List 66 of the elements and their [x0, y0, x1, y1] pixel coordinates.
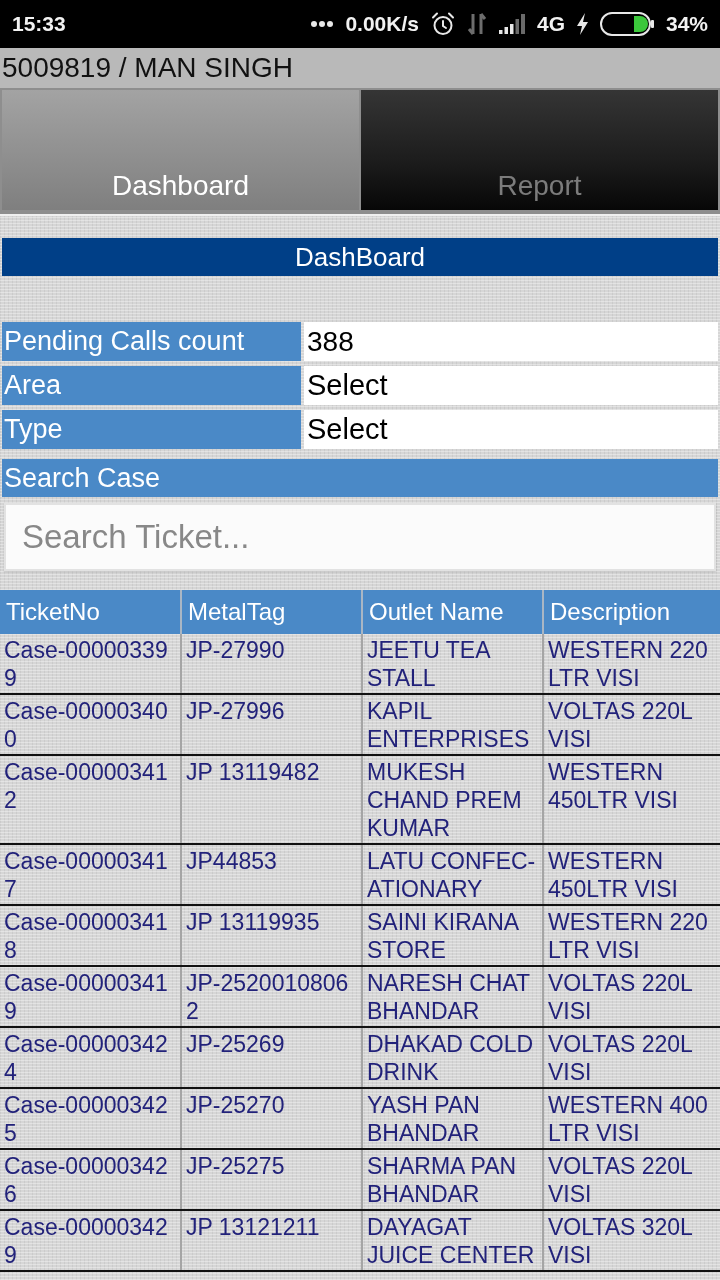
table-cell: YASH PAN BHANDAR	[361, 1089, 542, 1148]
table-cell-text: Case-000003426	[3, 1152, 169, 1209]
table-cell: MUKESH CHAND PREM KUMAR	[361, 756, 542, 843]
table-cell: SAINI KIRANA STORE	[361, 906, 542, 965]
network-speed: 0.00K/s	[345, 12, 419, 36]
column-header: Description	[542, 590, 720, 634]
table-cell: JP-27996	[180, 695, 361, 754]
tab[interactable]: Dashboard	[2, 90, 359, 210]
table-cell-text: Case-000003400	[3, 697, 169, 754]
table-cell: JP-25200108062	[180, 967, 361, 1026]
table-cell: VOLTAS 220L VISI	[542, 1028, 720, 1087]
user-bar: 5009819 / MAN SINGH	[0, 48, 720, 88]
table-cell: JP-25269	[180, 1028, 361, 1087]
field-label: Area	[2, 366, 301, 405]
column-header: Outlet Name	[361, 590, 542, 634]
section-title: DashBoard	[2, 238, 718, 276]
table-cell-text: Case-000003418	[3, 908, 169, 965]
table-cell: WESTERN 220 LTR VISI	[542, 634, 720, 693]
table-cell: VOLTAS 320L VISI	[542, 1211, 720, 1270]
table-cell: JP-25275	[180, 1150, 361, 1209]
table-cell-text: Case-000003419	[3, 969, 169, 1026]
table-cell: JEETU TEA STALL	[361, 634, 542, 693]
dropdown[interactable]: Select	[304, 366, 718, 405]
table-cell: KAPIL ENTERPRISES	[361, 695, 542, 754]
table-cell: VOLTAS 220L VISI	[542, 695, 720, 754]
table-cell-text: Case-000003399	[3, 636, 169, 693]
search-label: Search Case	[2, 459, 718, 497]
status-time: 15:33	[12, 12, 66, 36]
table-cell: JP 13121211	[180, 1211, 361, 1270]
signal-icon	[498, 14, 525, 34]
table-cell: NARESH CHAT BHANDAR	[361, 967, 542, 1026]
table-cell: WESTERN 220 LTR VISI	[542, 906, 720, 965]
table-cell: WESTERN 450LTR VISI	[542, 845, 720, 904]
tab[interactable]: Report	[361, 90, 718, 210]
table-cell: VOLTAS 220L VISI	[542, 1150, 720, 1209]
table-cell: VOLTAS 220L VISI	[542, 967, 720, 1026]
table-cell: WESTERN 400 LTR VISI	[542, 1089, 720, 1148]
table-cell: DHAKAD COLD DRINK	[361, 1028, 542, 1087]
search-field[interactable]: Search Ticket...	[4, 503, 716, 571]
table-cell: SHARMA PAN BHANDAR	[361, 1150, 542, 1209]
table-cell: WESTERN 450LTR VISI	[542, 756, 720, 843]
table-cell: LATU CONFEC-ATIONARY	[361, 845, 542, 904]
table-cell: JP 13119935	[180, 906, 361, 965]
battery-percent: 34%	[665, 12, 708, 36]
data-arrows-icon	[466, 12, 487, 36]
table-cell-text: Case-000003425	[3, 1091, 169, 1148]
table-cell: JP-25270	[180, 1089, 361, 1148]
dropdown[interactable]: Select	[304, 410, 718, 449]
table-cell: JP 13119482	[180, 756, 361, 843]
field-label: Pending Calls count	[2, 322, 301, 361]
more-icon	[311, 21, 334, 27]
field-value: 388	[304, 322, 718, 361]
column-header: TicketNo	[5, 597, 101, 627]
column-header: MetalTag	[180, 590, 361, 634]
field-label: Type	[2, 410, 301, 449]
table-cell-text: Case-000003424	[3, 1030, 169, 1087]
table-cell: DAYAGAT JUICE CENTER	[361, 1211, 542, 1270]
battery-icon	[599, 12, 654, 36]
table-cell-text: Case-000003417	[3, 847, 169, 904]
table-cell-text: Case-000003429	[3, 1213, 169, 1270]
table-cell-text: Case-000003412	[3, 758, 169, 815]
bolt-icon	[576, 13, 588, 35]
network-type: 4G	[536, 12, 565, 36]
alarm-clock-icon	[430, 12, 455, 36]
table-cell: JP44853	[180, 845, 361, 904]
table-cell: JP-27990	[180, 634, 361, 693]
